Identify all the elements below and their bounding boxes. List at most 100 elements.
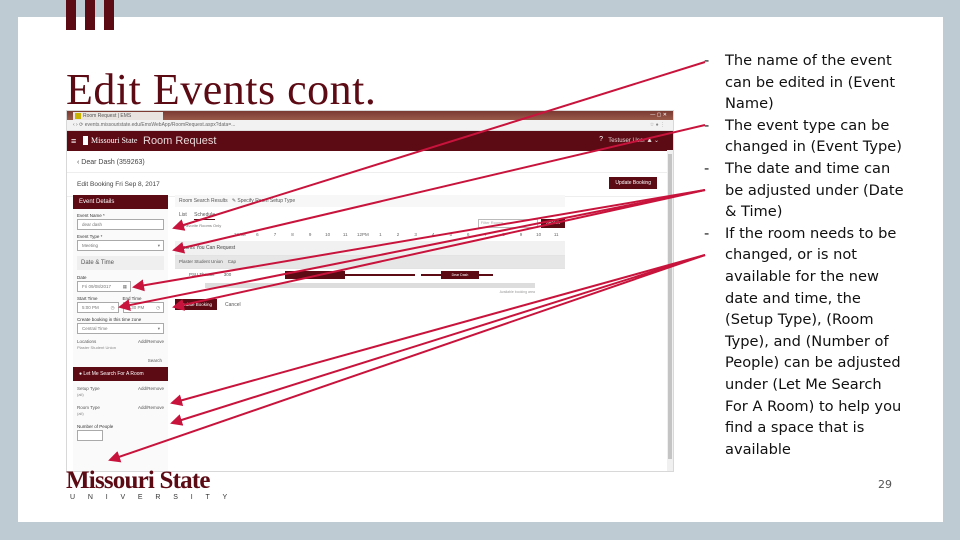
room-filter-input[interactable]: Filter Rooms [477, 219, 538, 228]
grid-header: Rooms You Can Request [179, 245, 236, 251]
let-me-search-text: Let Me Search For A Room [83, 371, 144, 377]
event-type-value: Meeting [82, 243, 99, 248]
update-booking-button[interactable]: Update Booking [175, 299, 218, 310]
hour-label: 10 [325, 232, 331, 237]
hour-label: 7 [273, 232, 277, 237]
room-search-toolbar: Room Search Results ✎ Specify Room Setup… [175, 195, 565, 207]
page-number: 29 [878, 478, 892, 491]
date-value: Fri 09/08/2017 [82, 284, 112, 289]
cancel-link[interactable]: Cancel [225, 302, 241, 308]
bullet-text: The date and time can be adjusted under … [725, 159, 904, 221]
horizontal-scrollbar[interactable] [205, 283, 535, 288]
browser-toolbar-icons[interactable]: ☆ ● ⋮ [650, 120, 665, 130]
bullet-marker: - [704, 159, 710, 177]
grid-row[interactable]: PSU Theater 300 Dear Dash [175, 268, 565, 281]
end-time-value: 5:30 PM [127, 305, 145, 310]
setup-type-add-remove-link[interactable]: Add/Remove [138, 386, 164, 391]
hour-label: 9 [519, 232, 523, 237]
help-icon[interactable]: ? [599, 136, 603, 143]
favorite-rooms-label: Favorite Rooms Only [183, 223, 222, 228]
chevron-down-icon: ▾ [157, 243, 160, 248]
number-of-people-input[interactable] [77, 430, 103, 441]
start-time-input[interactable]: 5:00 PM ◷ [77, 302, 119, 313]
hour-label: 6 [467, 232, 470, 237]
tab-schedule[interactable]: Schedule [194, 212, 216, 220]
start-time-value: 5:00 PM [82, 305, 99, 310]
locations-value: Plaster Student Union [77, 345, 116, 350]
search-link[interactable]: Search [79, 358, 162, 363]
bullet-marker: - [704, 116, 710, 134]
number-of-people-label: Number of People [77, 424, 114, 429]
event-name-label: Event Name * [77, 213, 105, 218]
booking-block [285, 271, 345, 279]
url-text: events.missouristate.edu/EmsWebApp/RoomR… [84, 122, 236, 128]
vertical-scrollbar[interactable] [667, 150, 673, 471]
date-input[interactable]: Fri 09/08/2017 ▦ [77, 281, 131, 292]
hour-label: 12AM [233, 232, 246, 237]
app-header: ≡ Missouri State Room Request ? Testuser… [67, 131, 673, 151]
clock-icon[interactable]: ◷ [156, 303, 160, 312]
user-menu[interactable]: Testuser User ♟ ⌄ [608, 137, 659, 144]
back-icon[interactable]: ‹ › ⟳ [73, 122, 85, 128]
building-name: Plaster Student Union [179, 259, 223, 264]
bullet-item: - If the room needs to be changed, or is … [704, 223, 904, 461]
calendar-icon[interactable]: ▦ [123, 282, 127, 291]
bullet-text: The event type can be changed in (Event … [725, 116, 902, 156]
app-logo: Missouri State [83, 136, 137, 145]
user-icon: ♟ [646, 138, 653, 144]
let-me-search-header[interactable]: ● Let Me Search For A Room [73, 367, 168, 381]
app-title: Room Request [143, 135, 217, 147]
clock-icon[interactable]: ◷ [111, 303, 115, 312]
logo-wordmark: Missouri State [66, 467, 210, 494]
room-type-label: Room Type [77, 405, 100, 410]
room-type-add-remove-link[interactable]: Add/Remove [138, 405, 164, 410]
hour-label: 1 [379, 232, 382, 237]
hamburger-icon[interactable]: ≡ [71, 136, 76, 146]
edit-booking-header: Edit Booking Fri Sep 8, 2017 Update Book… [67, 173, 673, 197]
room-name: PSU Theater [189, 272, 215, 277]
browser-tab[interactable]: Room Request | EMS [73, 112, 163, 120]
scrollbar-thumb[interactable] [668, 154, 672, 459]
hour-label: 11 [553, 232, 559, 237]
search-button[interactable]: Search [540, 219, 565, 228]
locations-add-remove-link[interactable]: Add/Remove [138, 339, 164, 344]
bullet-list: - The name of the event can be edited in … [704, 50, 904, 460]
bullet-marker: - [704, 52, 710, 69]
hour-label: 11 [342, 232, 348, 237]
address-bar[interactable]: ‹ › ⟳ events.missouristate.edu/EmsWebApp… [67, 120, 673, 131]
booking-block-current[interactable]: Dear Dash [441, 271, 479, 279]
date-time-header: Date & Time [77, 256, 164, 270]
room-search-panel: Room Search Results ✎ Specify Room Setup… [175, 195, 565, 315]
room-type-value: (all) [77, 411, 84, 416]
favicon-icon [75, 113, 81, 119]
event-details-header: Event Details [73, 195, 168, 209]
setup-type-value: (all) [77, 392, 84, 397]
timezone-select[interactable]: Central Time ▾ [77, 323, 164, 334]
update-booking-button-top[interactable]: Update Booking [609, 177, 657, 189]
hour-label: 9 [308, 232, 312, 237]
end-time-label: End Time [122, 296, 142, 301]
decorative-bar [66, 0, 76, 30]
bullet-marker: - [704, 224, 710, 242]
browser-screenshot: Room Request | EMS — ▢ ✕ ‹ › ⟳ events.mi… [66, 110, 674, 472]
setup-type-label: Setup Type [77, 386, 100, 391]
hour-label: 3 [414, 232, 417, 237]
event-name-input[interactable]: dear dash [77, 219, 164, 230]
tab-list[interactable]: List [179, 212, 187, 219]
end-time-input[interactable]: 5:30 PM ◷ [122, 302, 164, 313]
hour-label: 8 [502, 232, 505, 237]
browser-tab-bar: Room Request | EMS — ▢ ✕ [67, 111, 673, 120]
breadcrumb[interactable]: ‹ Dear Dash (359263) [67, 151, 673, 173]
hour-label: 12PM [356, 232, 369, 237]
decorative-bar [104, 0, 114, 30]
specify-setup-type-link[interactable]: Specify Room Setup Type [237, 198, 295, 204]
window-controls[interactable]: — ▢ ✕ [650, 112, 667, 118]
grid-row[interactable]: Plaster Student Union Cap [175, 255, 565, 268]
bullet-text: The name of the event can be edited in (… [725, 52, 896, 113]
hour-header: 12AM 6 7 8 9 10 11 12PM 1 2 3 4 5 6 7 8 9 10 11 [231, 232, 565, 237]
bullet-item: - The name of the event can be edited in … [704, 50, 904, 115]
room-schedule-grid: Rooms You Can Request Plaster Student Un… [175, 241, 565, 281]
decorative-bar [85, 0, 95, 30]
capacity-header: Cap [227, 259, 237, 264]
event-type-select[interactable]: Meeting ▾ [77, 240, 164, 251]
